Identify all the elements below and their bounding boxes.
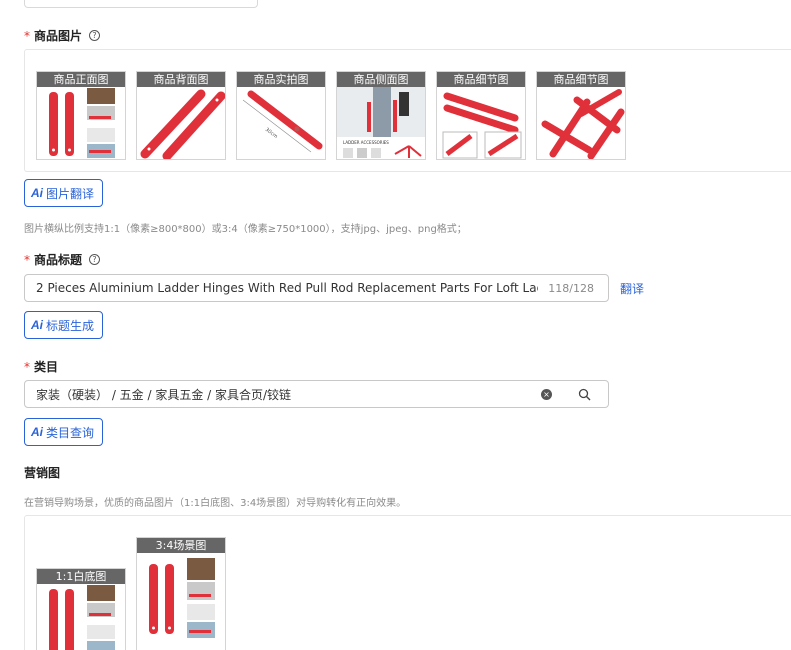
title-label: * 商品标题 ? <box>24 251 101 268</box>
ai-icon: Ai <box>31 425 43 439</box>
product-thumbnail-detail[interactable]: 商品细节图 <box>436 71 526 160</box>
svg-text:LADDER ACCESSORIES: LADDER ACCESSORIES <box>343 140 389 145</box>
images-label: * 商品图片 ? <box>24 27 101 44</box>
thumbnail-caption: 商品背面图 <box>137 72 225 87</box>
marketing-panel: 1:1白底图 3:4场景图 <box>24 515 791 650</box>
thumbnail-caption: 商品侧面图 <box>337 72 425 87</box>
required-mark: * <box>24 359 30 374</box>
thumbnail-caption: 3:4场景图 <box>137 538 225 553</box>
thumbnail-caption: 商品正面图 <box>37 72 125 87</box>
category-search-button[interactable] <box>561 380 609 408</box>
thumbnail-caption: 商品实拍图 <box>237 72 325 87</box>
ai-icon: Ai <box>31 186 43 200</box>
title-char-counter: 118/128 <box>548 281 594 295</box>
marketing-label: 营销图 <box>24 466 61 480</box>
product-thumbnail-front[interactable]: 商品正面图 <box>36 71 126 160</box>
images-panel: 商品正面图 商品背面图 30cm 商品实拍图 LADDER ACCESSORIE… <box>24 49 791 172</box>
category-query-button[interactable]: Ai 类目查询 <box>24 418 104 446</box>
title-input-value: 2 Pieces Aluminium Ladder Hinges With Re… <box>36 281 539 295</box>
clear-icon[interactable]: × <box>541 388 552 400</box>
image-translate-button[interactable]: Ai 图片翻译 <box>24 179 104 207</box>
category-input-value: 家装（硬装） / 五金 / 家具五金 / 家具合页/铰链 <box>36 387 292 402</box>
product-thumbnail-back[interactable]: 商品背面图 <box>136 71 226 160</box>
previous-field-box[interactable] <box>24 0 258 8</box>
marketing-thumbnail-scene[interactable]: 3:4场景图 <box>136 537 226 650</box>
title-generate-button[interactable]: Ai 标题生成 <box>24 311 104 339</box>
thumbnail-caption: 商品细节图 <box>537 72 625 87</box>
required-mark: * <box>24 252 30 267</box>
ladder-hinge-collage-icon <box>149 558 215 638</box>
category-label: * 类目 <box>24 359 59 375</box>
help-icon[interactable]: ? <box>89 30 101 41</box>
required-mark: * <box>24 28 30 43</box>
marketing-thumbnail-white[interactable]: 1:1白底图 <box>36 568 126 650</box>
thumbnail-caption: 商品细节图 <box>437 72 525 87</box>
svg-text:30cm: 30cm <box>264 127 279 140</box>
title-translate-link[interactable]: 翻译 <box>620 280 644 297</box>
help-icon[interactable]: ? <box>89 254 101 265</box>
title-input[interactable]: 2 Pieces Aluminium Ladder Hinges With Re… <box>24 274 609 302</box>
ai-icon: Ai <box>31 318 43 332</box>
product-thumbnail-detail-2[interactable]: 商品细节图 <box>536 71 626 160</box>
category-input[interactable]: 家装（硬装） / 五金 / 家具五金 / 家具合页/铰链 × <box>24 380 562 408</box>
product-thumbnail-real[interactable]: 30cm 商品实拍图 <box>236 71 326 160</box>
image-format-hint: 图片横纵比例支持1:1（像素≥800*800）或3:4（像素≥750*1000）… <box>24 224 467 235</box>
product-thumbnail-side[interactable]: LADDER ACCESSORIES 商品侧面图 <box>336 71 426 160</box>
thumbnail-caption: 1:1白底图 <box>37 569 125 584</box>
search-icon <box>578 388 591 400</box>
marketing-hint: 在营销导购场景，优质的商品图片（1:1白底图、3:4场景图）对导购转化有正向效果… <box>24 498 407 509</box>
